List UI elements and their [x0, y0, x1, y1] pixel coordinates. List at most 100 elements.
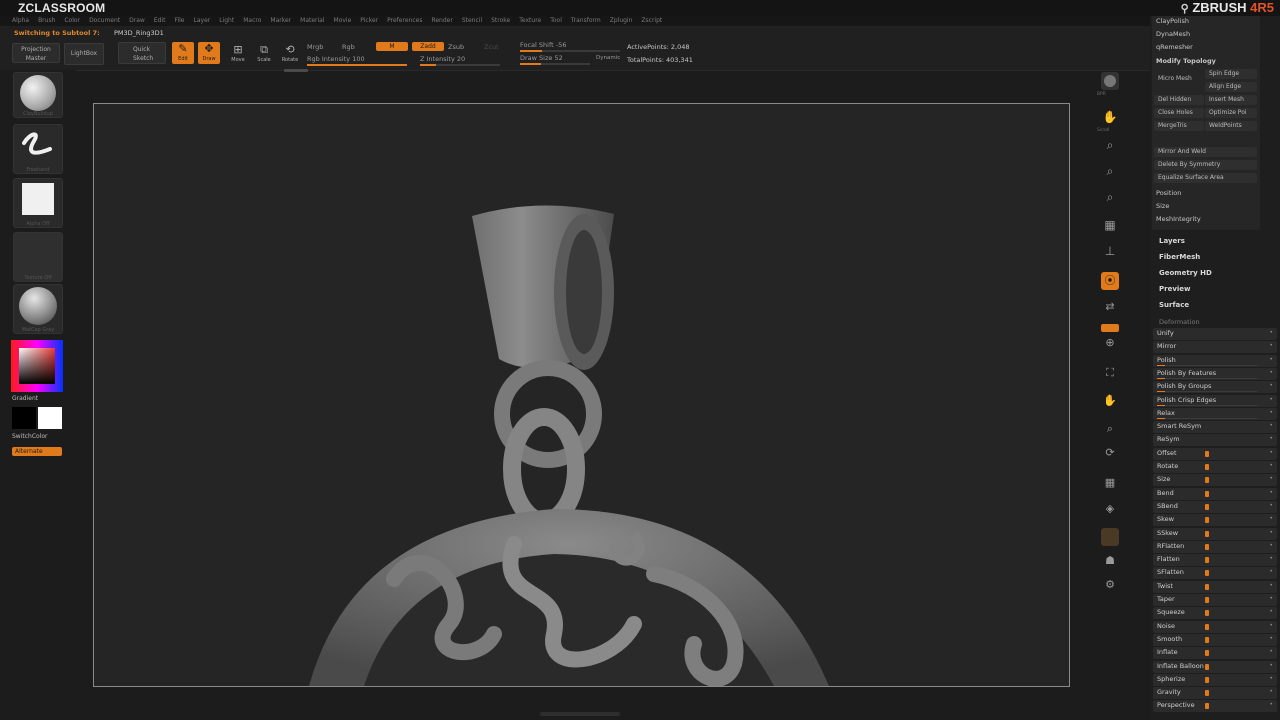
menu-alpha[interactable]: Alpha: [12, 16, 29, 26]
menu-color[interactable]: Color: [64, 16, 80, 26]
axis-toggle-icon[interactable]: •: [1269, 608, 1273, 615]
deformation-slider-knob[interactable]: [1205, 703, 1209, 710]
axis-toggle-icon[interactable]: •: [1269, 396, 1273, 403]
aahalf-button[interactable]: ⌕: [1101, 190, 1119, 208]
deformation-offset[interactable]: Offset •: [1153, 447, 1277, 460]
deformation-slider[interactable]: [1157, 364, 1257, 366]
axis-toggle-icon[interactable]: •: [1269, 409, 1273, 416]
deformation-relax[interactable]: Relax •: [1153, 407, 1277, 420]
deformation-inflate-balloon[interactable]: Inflate Balloon •: [1153, 660, 1277, 673]
meshintegrity-subpalette[interactable]: MeshIntegrity: [1156, 215, 1201, 223]
bpr-button[interactable]: [1101, 72, 1119, 90]
del-hidden-button[interactable]: Del Hidden: [1154, 95, 1204, 105]
spin-edge-button[interactable]: Spin Edge: [1205, 69, 1257, 79]
deformation-slider-knob[interactable]: [1205, 623, 1209, 630]
rgb-toggle[interactable]: Rgb: [342, 43, 355, 51]
draw-size-slider[interactable]: [520, 63, 590, 65]
deformation-gravity[interactable]: Gravity •: [1153, 687, 1277, 700]
transp-button[interactable]: ◈: [1101, 502, 1119, 520]
axis-toggle-icon[interactable]: •: [1269, 475, 1273, 482]
xpose-button[interactable]: ⚙: [1101, 578, 1119, 596]
quick-sketch-button[interactable]: Quick Sketch: [118, 42, 166, 64]
weldpoints-button[interactable]: WeldPoints: [1205, 121, 1257, 131]
deformation-slider-knob[interactable]: [1205, 450, 1209, 457]
position-subpalette[interactable]: Position: [1156, 189, 1181, 197]
canvas-scroll-handle[interactable]: [540, 712, 620, 716]
deformation-flatten[interactable]: Flatten •: [1153, 554, 1277, 567]
axis-toggle-icon[interactable]: •: [1269, 701, 1273, 708]
move-view-button[interactable]: ✋: [1101, 394, 1119, 412]
deformation-polish-crisp-edges[interactable]: Polish Crisp Edges •: [1153, 394, 1277, 407]
fibermesh-subpalette[interactable]: FiberMesh: [1159, 253, 1200, 261]
axis-toggle-icon[interactable]: •: [1269, 529, 1273, 536]
deformation-spherize[interactable]: Spherize •: [1153, 673, 1277, 686]
deformation-slider[interactable]: [1157, 417, 1257, 419]
axis-toggle-icon[interactable]: •: [1269, 595, 1273, 602]
ghost-button[interactable]: [1101, 528, 1119, 546]
deformation-slider-knob[interactable]: [1205, 676, 1209, 683]
menu-transform[interactable]: Transform: [571, 16, 601, 26]
deformation-slider-knob[interactable]: [1205, 663, 1209, 670]
deformation-mirror[interactable]: Mirror •: [1153, 341, 1277, 354]
deformation-slider-knob[interactable]: [1205, 583, 1209, 590]
color-square[interactable]: [19, 348, 55, 384]
deformation-slider[interactable]: [1157, 404, 1257, 406]
deformation-slider-knob[interactable]: [1205, 543, 1209, 550]
axis-toggle-icon[interactable]: •: [1269, 675, 1273, 682]
deformation-slider-knob[interactable]: [1205, 477, 1209, 484]
brush-button[interactable]: ClayBuildup: [13, 72, 63, 118]
axis-toggle-icon[interactable]: •: [1269, 502, 1273, 509]
menu-brush[interactable]: Brush: [38, 16, 55, 26]
deformation-skew[interactable]: Skew •: [1153, 514, 1277, 527]
deformation-resym[interactable]: ReSym •: [1153, 434, 1277, 447]
deformation-unify[interactable]: Unify •: [1153, 328, 1277, 340]
pendant-model[interactable]: [94, 104, 1069, 686]
insert-mesh-button[interactable]: Insert Mesh: [1205, 95, 1257, 105]
deformation-perspective[interactable]: Perspective •: [1153, 700, 1277, 713]
deformation-slider[interactable]: [1157, 377, 1257, 379]
menu-file[interactable]: File: [174, 16, 184, 26]
scale-view-button[interactable]: ⌕: [1101, 422, 1119, 440]
document-canvas[interactable]: [93, 103, 1070, 687]
menu-render[interactable]: Render: [431, 16, 452, 26]
deformation-bend[interactable]: Bend •: [1153, 487, 1277, 500]
axis-toggle-icon[interactable]: •: [1269, 582, 1273, 589]
menu-movie[interactable]: Movie: [334, 16, 352, 26]
axis-toggle-icon[interactable]: •: [1269, 462, 1273, 469]
axis-toggle-icon[interactable]: •: [1269, 635, 1273, 642]
deformation-slider-knob[interactable]: [1205, 517, 1209, 524]
mirror-and-weld-button[interactable]: Mirror And Weld: [1154, 147, 1257, 157]
axis-toggle-icon[interactable]: •: [1269, 435, 1273, 442]
toolbar-scroll-handle[interactable]: [284, 69, 308, 72]
alpha-button[interactable]: Alpha Off: [13, 178, 63, 228]
menu-stroke[interactable]: Stroke: [491, 16, 510, 26]
deformation-sbend[interactable]: SBend •: [1153, 500, 1277, 513]
focal-shift-slider[interactable]: [520, 50, 620, 52]
axis-toggle-icon[interactable]: •: [1269, 342, 1273, 349]
deformation-slider-knob[interactable]: [1205, 597, 1209, 603]
rotate-button[interactable]: ⟲ Rotate: [278, 42, 302, 66]
menu-layer[interactable]: Layer: [194, 16, 211, 26]
scale-button[interactable]: ⧉ Scale: [252, 42, 276, 66]
layers-subpalette[interactable]: Layers: [1159, 237, 1185, 245]
z-intensity-slider[interactable]: [420, 64, 500, 66]
deformation-slider[interactable]: [1157, 391, 1257, 393]
color-picker[interactable]: [11, 340, 63, 392]
menu-stencil[interactable]: Stencil: [462, 16, 482, 26]
axis-toggle-icon[interactable]: •: [1269, 356, 1273, 363]
menu-macro[interactable]: Macro: [243, 16, 261, 26]
menu-draw[interactable]: Draw: [129, 16, 145, 26]
edit-button[interactable]: ✎ Edit: [172, 42, 194, 64]
scroll-button[interactable]: ✋: [1101, 110, 1119, 128]
qremesher-button[interactable]: qRemesher: [1156, 43, 1193, 51]
deformation-rotate[interactable]: Rotate •: [1153, 461, 1277, 473]
menu-zscript[interactable]: Zscript: [641, 16, 662, 26]
mergetris-button[interactable]: MergeTris: [1154, 121, 1204, 131]
axis-toggle-icon[interactable]: •: [1269, 662, 1273, 669]
persp-button[interactable]: ▦: [1101, 218, 1119, 236]
deformation-slider-knob[interactable]: [1205, 530, 1209, 537]
deformation-slider-knob[interactable]: [1205, 490, 1209, 497]
deformation-slider-knob[interactable]: [1205, 464, 1209, 470]
preview-subpalette[interactable]: Preview: [1159, 285, 1191, 293]
xyz-button[interactable]: [1101, 324, 1119, 332]
